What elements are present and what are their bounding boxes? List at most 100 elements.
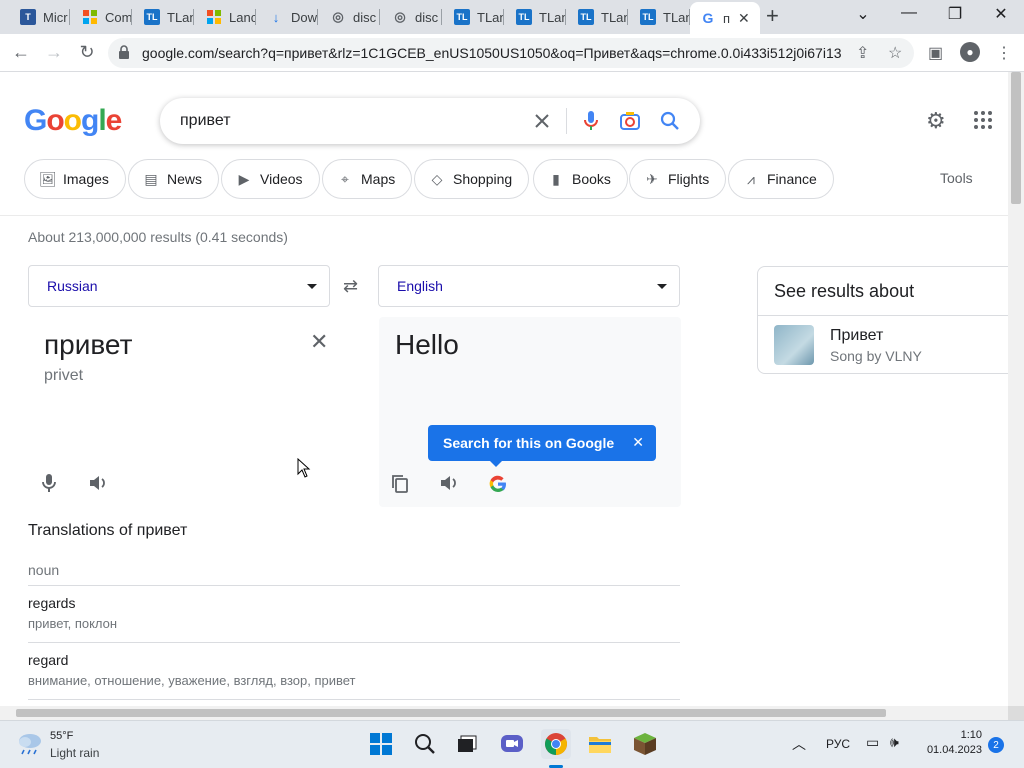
speaker-icon[interactable]	[88, 474, 108, 497]
logo-letter: g	[81, 104, 99, 137]
finance-icon: ⩘	[747, 170, 755, 187]
network-icon[interactable]: ▭	[866, 734, 879, 751]
browser-tab[interactable]: TL TLan	[566, 4, 628, 30]
task-view-icon[interactable]	[452, 729, 482, 759]
close-window-button[interactable]: ✕	[978, 4, 1024, 24]
browser-tab[interactable]: ◎ disc	[380, 4, 442, 30]
browser-tab[interactable]: TL TLan	[504, 4, 566, 30]
vertical-scrollbar[interactable]	[1008, 72, 1024, 706]
browser-tab[interactable]: TL TLan	[628, 4, 690, 30]
microphone-icon[interactable]	[42, 473, 56, 498]
speaker-icon[interactable]	[439, 474, 459, 497]
knowledge-item-name[interactable]: Привет	[830, 327, 883, 345]
address-bar[interactable]: google.com/search?q=привет&rlz=1C1GCEB_e…	[108, 38, 914, 68]
input-language-indicator[interactable]: РУС	[826, 737, 850, 751]
dropdown-caret-icon	[307, 284, 317, 289]
song-thumbnail[interactable]	[774, 325, 814, 365]
minimize-button[interactable]: —	[886, 4, 932, 22]
tab-title: Micr	[43, 9, 68, 25]
filter-chip-images[interactable]: 🖼 Images	[24, 159, 126, 199]
weather-widget[interactable]	[16, 731, 44, 760]
chrome-taskbar-icon[interactable]	[541, 729, 571, 759]
knowledge-panel-title: See results about	[774, 281, 915, 301]
browser-tab[interactable]: ↓ Dow	[256, 4, 318, 30]
filter-chip-books[interactable]: ▮ Books	[533, 159, 628, 199]
profile-avatar[interactable]: ●	[960, 42, 980, 62]
filter-chip-flights[interactable]: ✈ Flights	[629, 159, 727, 199]
tab-favicon-icon: ↓	[272, 9, 280, 25]
browser-tab[interactable]: Lanc	[194, 4, 256, 30]
tab-search-icon[interactable]: ⌄	[840, 4, 886, 24]
target-language-select[interactable]: English	[378, 265, 680, 307]
filter-chip-finance[interactable]: ⩘ Finance	[728, 159, 834, 199]
copy-icon[interactable]	[391, 474, 409, 499]
header-divider	[0, 215, 1008, 216]
search-icon[interactable]	[659, 110, 681, 132]
apps-grid-icon[interactable]	[974, 111, 992, 129]
logo-letter: e	[105, 104, 123, 137]
filter-chip-videos[interactable]: ▶ Videos	[221, 159, 320, 199]
browser-tab[interactable]: Gп ✕	[690, 2, 760, 34]
browser-tab[interactable]: Com	[70, 4, 132, 30]
tab-close-icon[interactable]: ✕	[738, 10, 750, 27]
settings-gear-icon[interactable]: ⚙	[926, 108, 946, 134]
tab-title: TLan	[167, 9, 194, 25]
source-language-select[interactable]: Russian	[28, 265, 330, 307]
chip-label: Finance	[767, 171, 817, 187]
target-text-panel: Hello	[379, 317, 681, 507]
back-button[interactable]: ←	[10, 42, 32, 63]
logo-letter: l	[98, 104, 106, 137]
tools-button[interactable]: Tools	[940, 170, 973, 186]
browser-tab[interactable]: TL TLan	[442, 4, 504, 30]
horizontal-scroll-thumb[interactable]	[16, 709, 886, 717]
translation-word[interactable]: regards	[28, 595, 75, 611]
translation-word[interactable]: regard	[28, 652, 68, 668]
volume-icon[interactable]: 🕪	[890, 734, 899, 751]
filter-chip-news[interactable]: ▤ News	[128, 159, 220, 199]
taskbar-search-icon[interactable]	[410, 729, 440, 759]
tooltip-text[interactable]: Search for this on Google	[443, 435, 614, 451]
side-panel-icon[interactable]: ▣	[928, 43, 943, 63]
book-icon: ▮	[552, 170, 560, 187]
knowledge-divider	[758, 315, 1008, 316]
horizontal-scrollbar[interactable]	[0, 706, 1008, 720]
browser-tab[interactable]: ◎ disc	[318, 4, 380, 30]
maximize-button[interactable]: ❐	[932, 4, 978, 24]
tab-title: disc	[353, 9, 377, 25]
search-input[interactable]	[180, 110, 510, 132]
forward-button[interactable]: →	[43, 42, 65, 63]
filter-chip-maps[interactable]: ⌖ Maps	[322, 159, 413, 199]
source-text-panel[interactable]: привет privet ✕	[28, 317, 330, 507]
mic-icon[interactable]	[580, 110, 602, 132]
share-icon[interactable]: ⇪	[856, 43, 869, 63]
google-g-icon[interactable]	[488, 474, 508, 499]
google-logo[interactable]: Google	[24, 104, 123, 138]
vertical-scroll-thumb[interactable]	[1011, 72, 1021, 204]
menu-kebab-icon[interactable]: ⋮	[996, 43, 1012, 63]
clear-search-icon[interactable]	[531, 110, 553, 132]
browser-tab[interactable]: T Micr	[8, 4, 70, 30]
notification-badge[interactable]: 2	[988, 737, 1004, 753]
swap-languages-icon[interactable]: ⇄	[343, 276, 358, 297]
tooltip-close-icon[interactable]: ✕	[632, 434, 644, 451]
new-tab-button[interactable]: +	[766, 5, 779, 27]
source-text[interactable]: привет	[44, 329, 132, 361]
show-hidden-icons-chevron-icon[interactable]: ︿	[792, 734, 806, 754]
minecraft-icon[interactable]	[630, 729, 660, 759]
clear-source-icon[interactable]: ✕	[310, 329, 328, 355]
filter-chip-shopping[interactable]: ◇ Shopping	[414, 159, 530, 199]
row-divider	[28, 642, 680, 643]
lock-icon[interactable]	[118, 45, 130, 59]
browser-tab[interactable]: TL TLan	[132, 4, 194, 30]
chat-icon[interactable]	[497, 729, 527, 759]
start-button[interactable]	[366, 729, 396, 759]
weather-temperature: 55°F	[50, 730, 74, 742]
camera-lens-icon[interactable]	[619, 110, 641, 132]
search-on-google-tooltip[interactable]: Search for this on Google ✕	[428, 425, 656, 467]
tab-favicon-icon	[206, 9, 222, 25]
file-explorer-icon[interactable]	[585, 729, 615, 759]
bookmark-star-icon[interactable]: ☆	[888, 43, 902, 63]
system-clock[interactable]: 1:10 01.04.2023	[918, 729, 982, 756]
url-text[interactable]: google.com/search?q=привет&rlz=1C1GCEB_e…	[142, 45, 842, 61]
reload-button[interactable]: ↻	[76, 42, 98, 63]
